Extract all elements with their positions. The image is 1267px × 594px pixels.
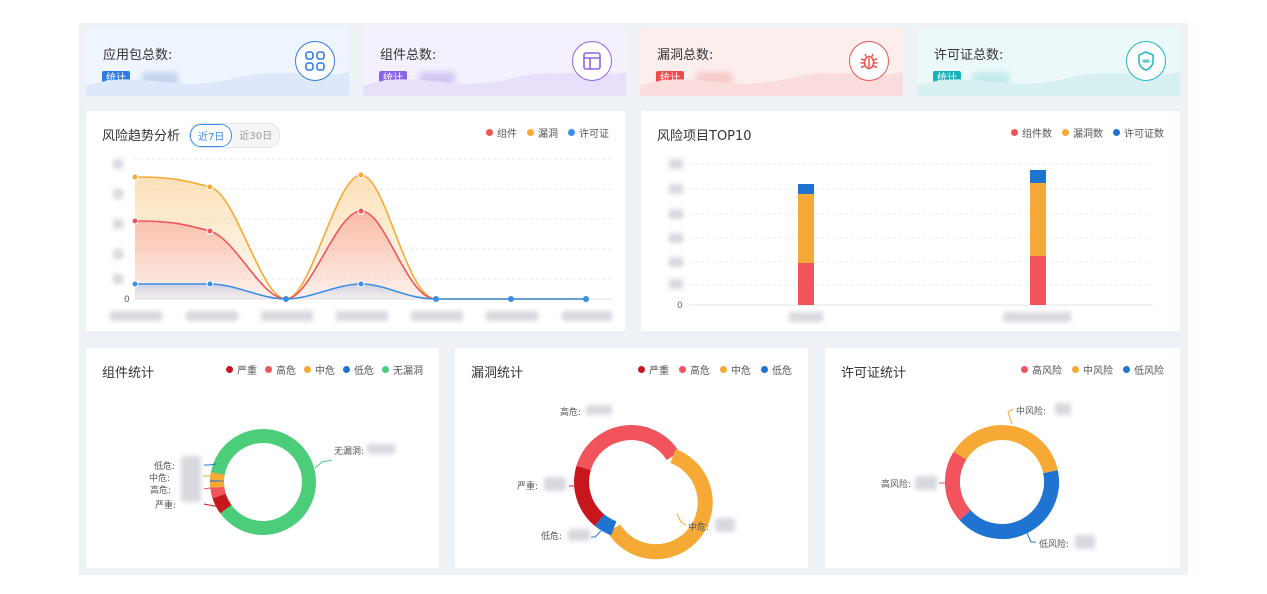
label-low: 低危: — [541, 532, 563, 542]
bug-icon — [849, 41, 889, 81]
label-medium: 中风险: — [1016, 407, 1047, 417]
label-high: 高风险: — [881, 480, 912, 490]
slice-high[interactable] — [576, 425, 680, 471]
x-tick-blurred — [1003, 312, 1071, 322]
y-tick-blurred — [113, 219, 123, 229]
stat-card-app-packages[interactable]: 应用包总数: 统计 — [86, 28, 349, 96]
slice-low[interactable] — [594, 514, 617, 536]
y-axis-zero: 0 — [124, 295, 130, 305]
donut-ring — [209, 429, 316, 535]
label-no-vuln: 无漏洞: — [334, 447, 365, 457]
slice-critical[interactable] — [574, 465, 605, 526]
label-high: 高危: — [560, 408, 582, 418]
license-shield-icon — [1126, 41, 1166, 81]
y-tick-blurred — [669, 279, 683, 289]
label-medium: 中危: — [688, 523, 710, 533]
x-tick-blurred — [336, 311, 388, 321]
bar-project-2[interactable] — [1030, 170, 1046, 305]
dashboard: 应用包总数: 统计 组件总数: 统计 漏洞总数: 统计 许可证总数: 统计 风险… — [79, 23, 1188, 575]
y-tick-blurred — [669, 184, 683, 194]
slice-medium[interactable] — [953, 424, 1058, 474]
vuln-stats-panel: 漏洞统计 严重 高危 中危 低危 高危: 严重: 低危: 中危: — [455, 348, 808, 568]
stat-card-vulnerabilities[interactable]: 漏洞总数: 统计 — [640, 28, 903, 96]
y-tick-blurred — [113, 189, 123, 199]
x-tick-blurred — [261, 311, 313, 321]
value-blurred — [544, 477, 566, 491]
label-critical: 严重: — [517, 482, 539, 492]
value-blurred — [715, 518, 735, 532]
stat-card-components[interactable]: 组件总数: 统计 — [363, 28, 626, 96]
donut-ring — [944, 424, 1060, 539]
label-high: 高危: — [150, 486, 172, 496]
slice-medium[interactable] — [607, 448, 713, 560]
top10-chart: 0 — [677, 163, 1153, 311]
value-blurred — [915, 476, 937, 490]
grid-lines — [689, 163, 1153, 286]
trend-chart: 0 — [124, 158, 612, 305]
stat-card-licenses[interactable]: 许可证总数: 统计 — [917, 28, 1180, 96]
y-tick-blurred — [113, 274, 123, 284]
value-blurred — [568, 529, 590, 541]
risk-top10-panel: 风险项目TOP10 组件数 漏洞数 许可证数 0 — [641, 111, 1180, 331]
y-axis-zero: 0 — [677, 301, 683, 311]
slice-medium[interactable] — [209, 472, 225, 489]
x-tick-blurred — [411, 311, 463, 321]
component-stats-panel: 组件统计 严重 高危 中危 低危 无漏洞 低危: 中危: 高危: 严重: 无漏洞… — [86, 348, 439, 568]
x-tick-blurred — [186, 311, 238, 321]
x-tick-blurred — [789, 312, 823, 322]
layout-icon — [572, 41, 612, 81]
label-critical: 严重: — [155, 501, 177, 511]
y-tick-blurred — [669, 257, 683, 267]
x-tick-blurred — [486, 311, 538, 321]
vuln-donut — [569, 425, 713, 560]
bar-project-1[interactable] — [798, 184, 814, 305]
x-tick-blurred — [562, 311, 612, 321]
value-blurred — [586, 405, 612, 415]
license-stats-panel: 许可证统计 高风险 中风险 低风险 中风险: 高风险: 低风险: — [825, 348, 1180, 568]
value-blurred — [1075, 535, 1095, 549]
label-low: 低风险: — [1039, 540, 1070, 550]
y-tick-blurred — [669, 233, 683, 243]
value-blurred — [181, 456, 201, 502]
y-tick-blurred — [113, 249, 123, 259]
component-donut — [203, 429, 333, 535]
value-blurred — [1055, 403, 1071, 415]
apps-grid-icon — [295, 41, 335, 81]
value-blurred — [367, 444, 395, 454]
license-donut — [939, 408, 1060, 543]
donut-ring — [574, 425, 713, 560]
slice-low[interactable] — [959, 470, 1060, 539]
y-tick-blurred — [669, 159, 683, 169]
y-tick-blurred — [669, 209, 683, 219]
slice-high[interactable] — [210, 486, 226, 499]
risk-trend-panel: 风险趋势分析 近7日 近30日 组件 漏洞 许可证 0 — [86, 111, 625, 331]
y-tick-blurred — [113, 159, 123, 169]
slice-high[interactable] — [944, 451, 971, 521]
slice-critical[interactable] — [212, 493, 232, 514]
x-tick-blurred — [110, 311, 162, 321]
